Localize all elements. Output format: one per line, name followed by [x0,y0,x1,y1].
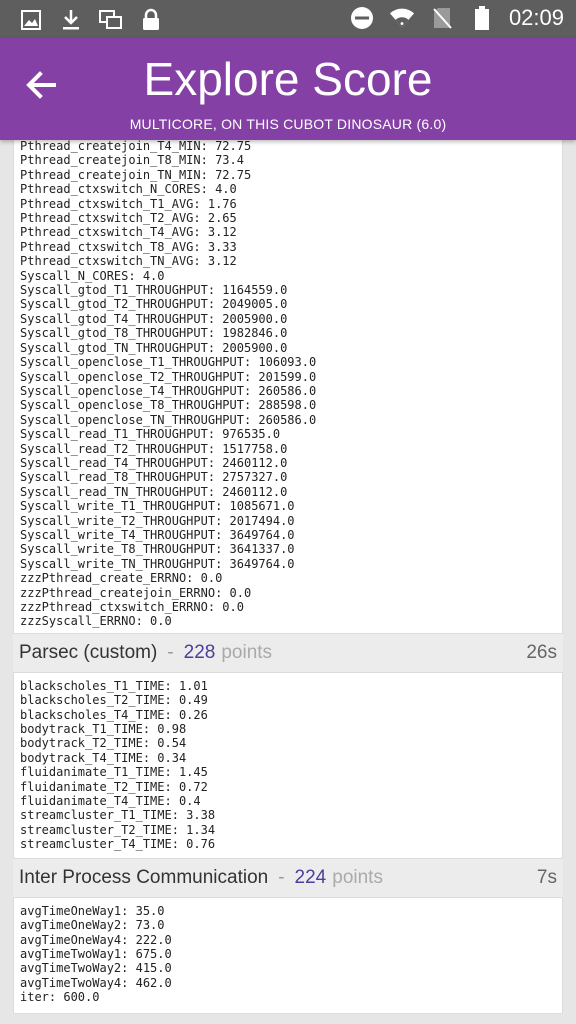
section-header-ipc[interactable]: Inter Process Communication - 224 points… [13,858,563,897]
result-line: Syscall_gtod_T4_THROUGHPUT: 2005900.0 [20,311,288,326]
results-scroll-area[interactable]: Pthread_createjoin_T4_MIN: 72.75 Pthread… [13,140,563,1024]
result-line: fluidanimate_T1_TIME: 1.45 [20,765,208,780]
results-card-parsec: blackscholes_T1_TIME: 1.01 blackscholes_… [13,671,563,859]
do-not-disturb-icon [349,4,375,32]
result-line: zzzSyscall_ERRNO: 0.0 [20,614,172,629]
result-line: Syscall_write_TN_THROUGHPUT: 3649764.0 [20,556,295,571]
result-line: Pthread_ctxswitch_TN_AVG: 3.12 [20,254,237,269]
section-time: 26s [526,641,557,663]
result-line: Pthread_createjoin_T8_MIN: 73.4 [20,153,244,168]
result-line: Syscall_gtod_T2_THROUGHPUT: 2049005.0 [20,297,288,312]
multiwindow-icon [98,6,124,34]
result-line: streamcluster_T4_TIME: 0.76 [20,837,216,852]
status-bar-left-icons [18,6,164,34]
result-line: Pthread_createjoin_TN_MIN: 72.75 [20,167,252,182]
status-bar: 02:09 [0,0,576,38]
result-line: zzzPthread_createjoin_ERRNO: 0.0 [20,585,252,600]
result-line: blackscholes_T4_TIME: 0.26 [20,707,208,722]
section-points: 224 [294,866,327,888]
result-line: Syscall_gtod_T8_THROUGHPUT: 1982846.0 [20,326,288,341]
section-points: 228 [183,641,216,663]
status-bar-right-icons: 02:09 [349,4,564,32]
result-line: Pthread_createjoin_T4_MIN: 72.75 [20,140,252,153]
result-line: streamcluster_T2_TIME: 1.34 [20,822,216,837]
download-icon [58,6,84,34]
section-header-parsec[interactable]: Parsec (custom) - 228 points 26s [13,633,563,672]
result-line: Syscall_gtod_TN_THROUGHPUT: 2005900.0 [20,340,288,355]
image-icon [18,6,44,34]
result-line: Syscall_write_T2_THROUGHPUT: 2017494.0 [20,513,295,528]
result-line: Syscall_write_T4_THROUGHPUT: 3649764.0 [20,527,295,542]
result-line: Syscall_N_CORES: 4.0 [20,268,165,283]
status-time: 02:09 [508,5,564,30]
result-line: Syscall_openclose_T8_THROUGHPUT: 288598.… [20,398,317,413]
result-line: bodytrack_T4_TIME: 0.34 [20,750,187,765]
result-line: Pthread_ctxswitch_T2_AVG: 2.65 [20,211,237,226]
app-bar: Explore Score MULTICORE, ON THIS CUBOT D… [0,38,576,140]
result-line: avgTimeOneWay1: 35.0 [20,903,165,918]
lock-icon [138,6,164,34]
result-line: Syscall_write_T8_THROUGHPUT: 3641337.0 [20,542,295,557]
result-line: iter: 600.0 [20,990,100,1005]
section-points-label: points [332,866,383,888]
result-line: Syscall_openclose_T2_THROUGHPUT: 201599.… [20,369,317,384]
result-line: zzzPthread_ctxswitch_ERRNO: 0.0 [20,600,244,614]
result-line: streamcluster_T1_TIME: 3.38 [20,808,216,823]
section-points-label: points [221,641,273,663]
result-line: Pthread_ctxswitch_T1_AVG: 1.76 [20,196,237,211]
result-line: Syscall_read_T2_THROUGHPUT: 1517758.0 [20,441,288,456]
section-separator: - [167,641,174,663]
result-line: avgTimeOneWay4: 222.0 [20,932,172,947]
result-line: Pthread_ctxswitch_N_CORES: 4.0 [20,182,237,197]
result-line: fluidanimate_T4_TIME: 0.4 [20,794,201,809]
result-line: Pthread_ctxswitch_T4_AVG: 3.12 [20,225,237,240]
section-separator: - [278,866,285,888]
section-time: 7s [536,866,557,888]
result-line: Syscall_openclose_TN_THROUGHPUT: 260586.… [20,412,317,427]
page-title: Explore Score [143,53,433,105]
result-line: Syscall_read_T8_THROUGHPUT: 2757327.0 [20,470,288,485]
result-line: blackscholes_T2_TIME: 0.49 [20,693,208,708]
wifi-icon [389,4,415,32]
result-line: blackscholes_T1_TIME: 1.01 [20,678,208,693]
result-line: avgTimeTwoWay1: 675.0 [20,946,172,961]
result-line: Syscall_read_TN_THROUGHPUT: 2460112.0 [20,484,288,499]
result-line: bodytrack_T2_TIME: 0.54 [20,736,187,751]
section-name: Inter Process Communication [19,866,269,888]
result-line: Syscall_write_T1_THROUGHPUT: 1085671.0 [20,499,295,514]
result-line: Syscall_read_T1_THROUGHPUT: 976535.0 [20,427,281,442]
result-line: zzzPthread_create_ERRNO: 0.0 [20,571,223,586]
result-line: Syscall_read_T4_THROUGHPUT: 2460112.0 [20,455,288,470]
result-line: avgTimeTwoWay4: 462.0 [20,975,172,990]
result-line: avgTimeOneWay2: 73.0 [20,918,165,933]
results-card: Pthread_createjoin_T4_MIN: 72.75 Pthread… [13,140,563,634]
result-line: bodytrack_T1_TIME: 0.98 [20,722,187,737]
results-card-ipc: avgTimeOneWay1: 35.0 avgTimeOneWay2: 73.… [13,896,563,1014]
result-line: fluidanimate_T2_TIME: 0.72 [20,779,208,794]
result-line: avgTimeTwoWay2: 415.0 [20,961,172,976]
page-subtitle: MULTICORE, ON THIS CUBOT DINOSAUR (6.0) [129,116,447,132]
section-name: Parsec (custom) [19,641,158,663]
result-line: Syscall_openclose_T4_THROUGHPUT: 260586.… [20,383,317,398]
no-sim-icon [429,4,455,32]
result-line: Syscall_openclose_T1_THROUGHPUT: 106093.… [20,355,317,370]
result-line: Syscall_gtod_T1_THROUGHPUT: 1164559.0 [20,283,288,298]
battery-icon [469,4,495,32]
result-line: Pthread_ctxswitch_T8_AVG: 3.33 [20,239,237,254]
